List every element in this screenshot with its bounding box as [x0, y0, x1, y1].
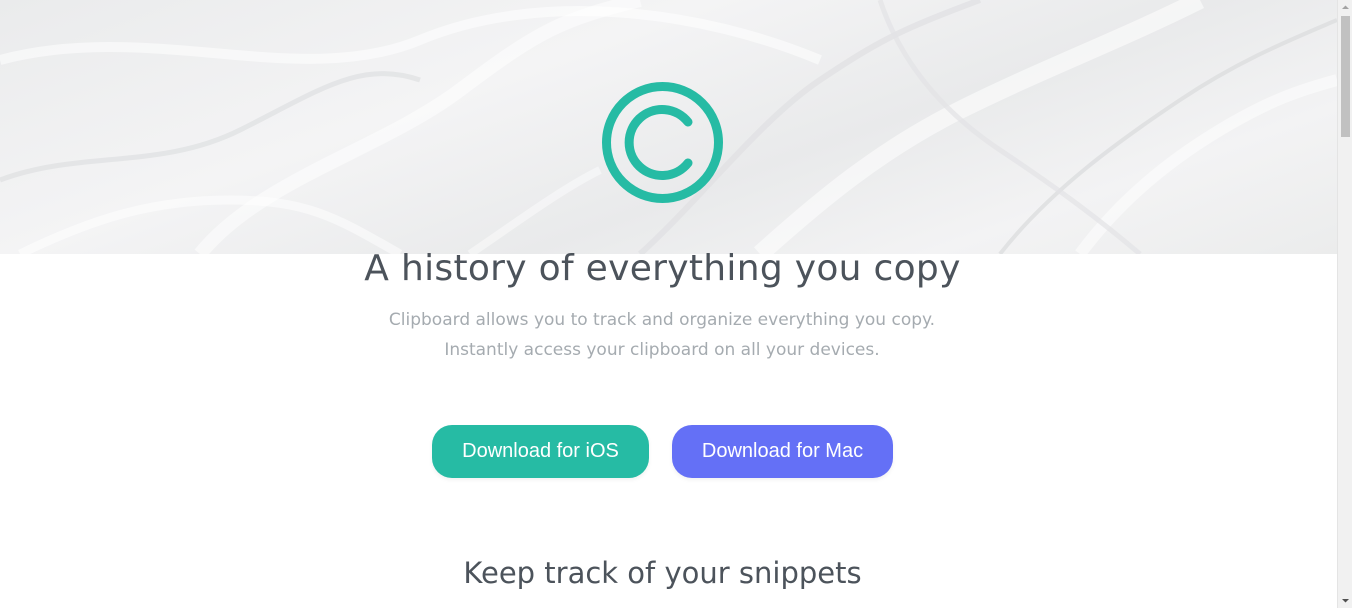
vertical-scrollbar[interactable]	[1337, 0, 1352, 608]
copyright-icon	[600, 80, 725, 205]
hero-description: Clipboard allows you to track and organi…	[388, 310, 936, 360]
page: A history of everything you copy Clipboa…	[0, 0, 1337, 608]
scroll-up-icon[interactable]	[1338, 0, 1352, 15]
section-title: Keep track of your snippets	[463, 556, 862, 590]
page-title: A history of everything you copy	[364, 248, 961, 289]
scrollbar-thumb[interactable]	[1341, 16, 1350, 137]
download-ios-button[interactable]: Download for iOS	[432, 425, 649, 478]
download-mac-button[interactable]: Download for Mac	[672, 425, 893, 478]
scroll-down-icon[interactable]	[1338, 593, 1352, 608]
